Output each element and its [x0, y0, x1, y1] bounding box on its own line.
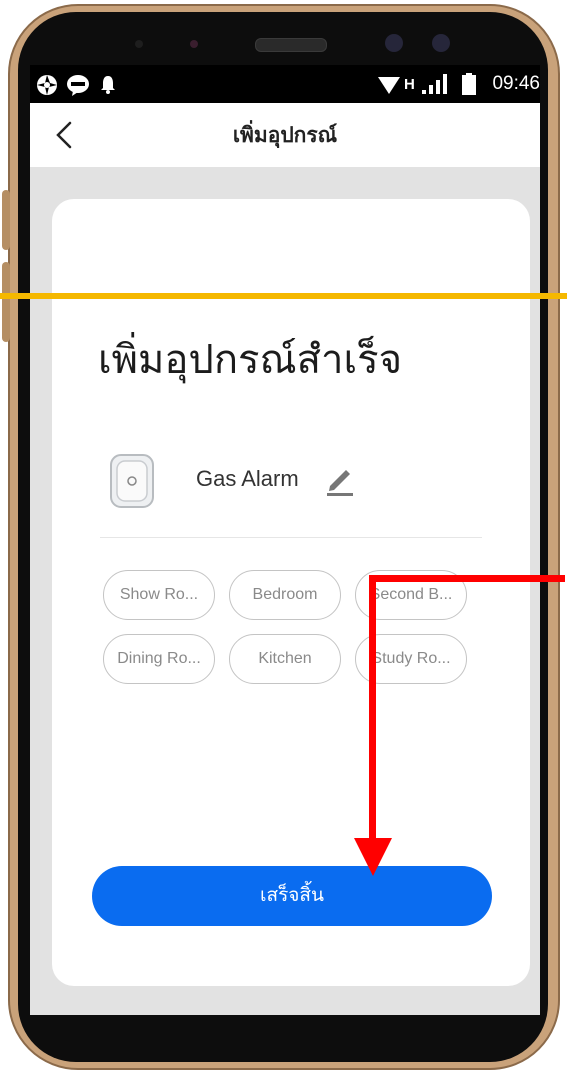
phone-side-button — [2, 262, 10, 342]
divider — [100, 537, 482, 538]
status-time: 09:46 — [492, 73, 540, 94]
status-bar: H 09:46 — [30, 65, 540, 103]
app-screen: H 09:46 เพิ่มอุปกรณ์ เพิ่มอุปกรณ์สำเร็จ … — [30, 65, 540, 1015]
result-card: เพิ่มอุปกรณ์สำเร็จ Gas Alarm Show Ro... … — [52, 199, 530, 986]
battery-icon — [462, 73, 476, 95]
phone-sensor — [135, 40, 143, 48]
phone-speaker — [255, 38, 327, 52]
wifi-icon — [378, 77, 400, 94]
annotation-arrow-head-icon — [354, 838, 392, 876]
top-app-bar: เพิ่มอุปกรณ์ — [30, 103, 540, 167]
phone-side-button — [2, 190, 10, 250]
room-chip-bedroom[interactable]: Bedroom — [229, 570, 341, 620]
notification-bell-icon — [101, 76, 115, 94]
room-chip-kitchen[interactable]: Kitchen — [229, 634, 341, 684]
done-button[interactable]: เสร็จสิ้น — [92, 866, 492, 926]
room-chip-show-room[interactable]: Show Ro... — [103, 570, 215, 620]
aperture-icon — [37, 75, 57, 95]
device-name: Gas Alarm — [196, 466, 299, 491]
room-chip-dining-room[interactable]: Dining Ro... — [103, 634, 215, 684]
page-title: เพิ่มอุปกรณ์ — [232, 124, 338, 147]
gas-alarm-device-icon — [110, 454, 154, 508]
success-message: เพิ่มอุปกรณ์สำเร็จ — [98, 338, 403, 382]
annotation-highlight-line — [0, 293, 567, 299]
annotation-arrow-vertical — [369, 575, 376, 845]
edit-pencil-icon[interactable] — [324, 466, 356, 496]
line-app-icon — [67, 75, 89, 96]
phone-sensor — [190, 40, 198, 48]
annotation-arrow-horizontal — [369, 575, 565, 582]
signal-icon — [422, 74, 447, 94]
network-type-label: H — [404, 76, 415, 93]
phone-camera — [385, 34, 403, 52]
phone-camera — [432, 34, 450, 52]
